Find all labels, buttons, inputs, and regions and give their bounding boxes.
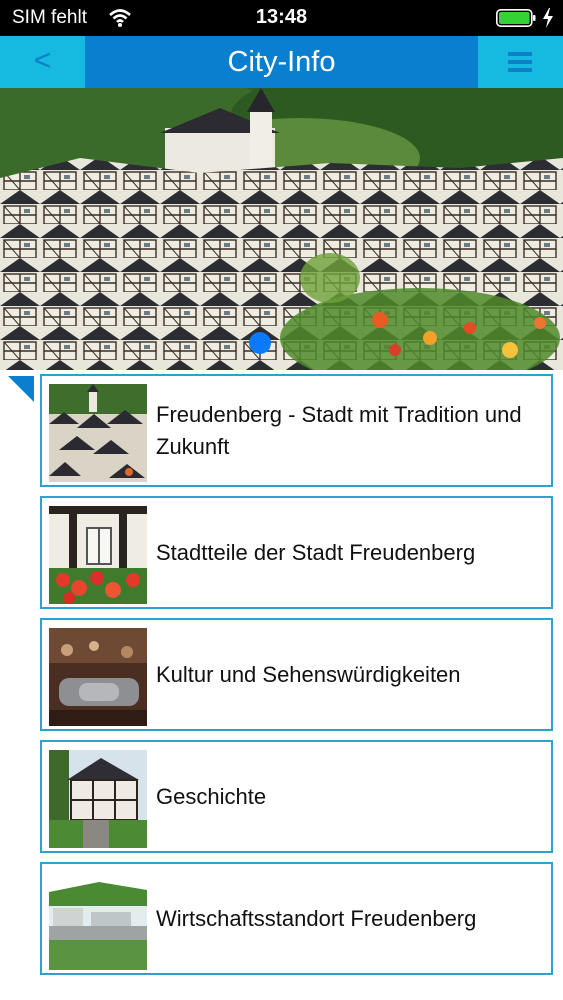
industrial-park-thumbnail (49, 872, 147, 970)
list-item-economy[interactable]: Wirtschaftsstandort Freudenberg (40, 862, 553, 975)
status-bar: SIM fehlt 13:48 (0, 0, 563, 36)
hamburger-icon (508, 52, 532, 72)
list-item-label: Geschichte (156, 783, 267, 809)
window-flowers-thumbnail (49, 506, 147, 604)
hero-image[interactable] (0, 88, 563, 370)
charging-icon (543, 8, 553, 28)
timber-house-thumbnail (49, 750, 147, 848)
list-item-culture[interactable]: Kultur und Sehenswürdigkeiten (40, 618, 553, 731)
list-item-label: Kultur und Sehenswürdigkeiten (156, 661, 461, 687)
clock: 13:48 (255, 6, 308, 28)
list-item-districts[interactable]: Stadtteile der Stadt Freudenberg (40, 496, 553, 609)
list-item-city[interactable]: Freudenberg - Stadt mit Tradition und Zu… (40, 374, 553, 487)
page-title: City-Info (227, 46, 336, 78)
list-item-label: Freudenberg - Stadt mit Tradition und Zu… (156, 401, 522, 459)
menu-button[interactable] (478, 36, 563, 88)
town-panorama-image (0, 88, 563, 370)
museum-thumbnail (49, 628, 147, 726)
list-item-history[interactable]: Geschichte (40, 740, 553, 853)
title-bar: City-Info (85, 36, 478, 88)
battery-icon (496, 9, 536, 27)
page-indicator-active (249, 332, 271, 354)
selection-marker (8, 376, 34, 402)
list-item-label: Wirtschaftsstandort Freudenberg (156, 905, 477, 931)
nav-bar: < City-Info (0, 36, 563, 88)
list-item-label: Stadtteile der Stadt Freudenberg (156, 539, 476, 565)
back-button[interactable]: < (0, 36, 85, 88)
town-roofs-thumbnail (49, 384, 147, 482)
